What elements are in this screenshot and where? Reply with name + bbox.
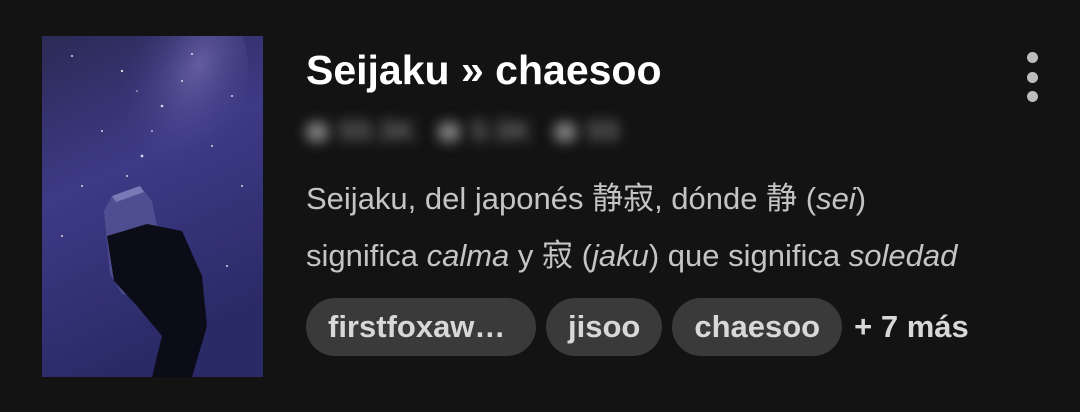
desc-text: ) que significa (648, 238, 849, 273)
story-tags: firstfoxawards jisoo chaesoo + 7 más (306, 298, 969, 356)
parts-count: 99 (586, 115, 620, 148)
desc-text: Seijaku, del japonés 静寂, dónde 静 ( (306, 181, 817, 216)
desc-italic: sei (816, 181, 856, 216)
story-description: Seijaku, del japonés 静寂, dónde 静 (sei) s… (306, 170, 1032, 284)
description-line-2: significa calma y 寂 (jaku) que significa… (306, 227, 1032, 284)
more-vertical-icon-dot (1026, 71, 1038, 83)
votes-count: 9.9K (470, 115, 533, 148)
story-card[interactable]: Seijaku » chaesoo 99.9K 9.9K 99 Seijaku,… (0, 0, 1080, 412)
desc-text: ) (855, 181, 867, 216)
tag-label: firstfoxawards (328, 309, 514, 344)
list-icon (554, 122, 577, 142)
cover-artwork (42, 36, 263, 377)
more-tags-link[interactable]: + 7 más (854, 309, 969, 345)
story-cover-image[interactable] (42, 36, 263, 377)
reads-stat: 99.9K (306, 115, 416, 149)
star-icon (438, 122, 461, 142)
description-line-1: Seijaku, del japonés 静寂, dónde 静 (sei) (306, 170, 1032, 227)
parts-stat: 99 (554, 115, 620, 149)
story-stats: 99.9K 9.9K 99 (306, 110, 620, 154)
more-vertical-icon (1026, 52, 1038, 63)
votes-stat: 9.9K (438, 115, 532, 149)
tag-chip[interactable]: chaesoo (672, 298, 843, 356)
eye-icon (306, 122, 328, 142)
tag-chip[interactable]: jisoo (546, 298, 663, 356)
desc-italic: calma (426, 238, 510, 273)
desc-italic: soledad (848, 238, 958, 273)
more-options-button[interactable] (1010, 52, 1054, 102)
desc-text: significa (306, 238, 427, 273)
desc-text: y 寂 ( (509, 238, 592, 273)
desc-italic: jaku (591, 238, 649, 273)
story-title[interactable]: Seijaku » chaesoo (306, 44, 662, 96)
tag-chip[interactable]: firstfoxawards (306, 298, 536, 356)
more-vertical-icon-dot (1026, 91, 1038, 102)
reads-count: 99.9K (338, 115, 417, 148)
